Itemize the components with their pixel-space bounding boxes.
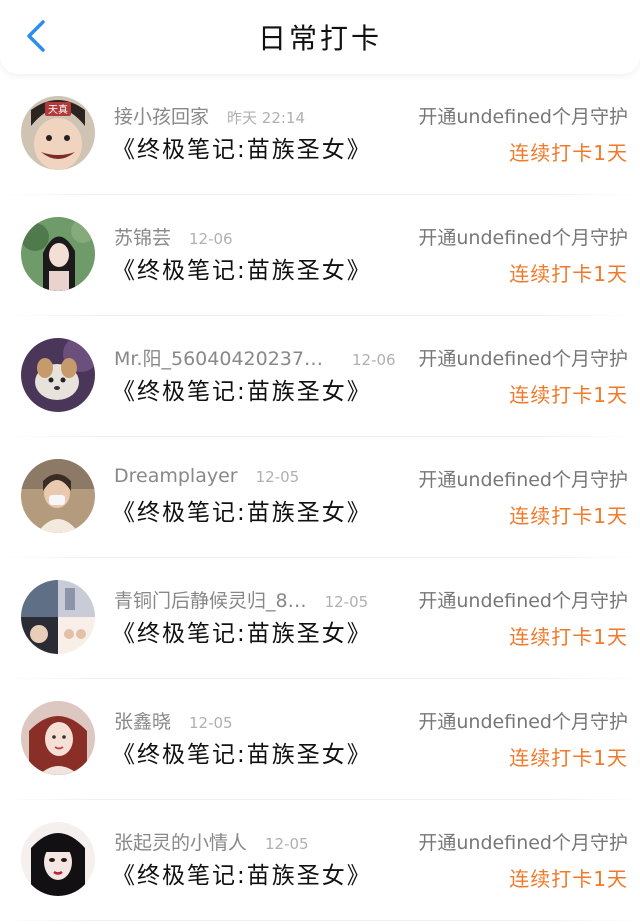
username[interactable]: Mr.阳_560404202378711 — [114, 344, 334, 371]
list-item[interactable]: Mr.阳_560404202378711 12-06 《终极笔记:苗族圣女》 开… — [0, 316, 640, 437]
streak-text: 连续打卡1天 — [509, 867, 628, 891]
list-item[interactable]: 苏锦芸 12-06 《终极笔记:苗族圣女》 开通undefined个月守护 连续… — [0, 195, 640, 316]
book-title: 《终极笔记:苗族圣女》 — [112, 500, 372, 526]
avatar[interactable] — [21, 459, 95, 533]
username[interactable]: 接小孩回家 — [114, 102, 209, 129]
streak-text: 连续打卡1天 — [509, 504, 628, 528]
timestamp: 昨天 22:14 — [227, 109, 306, 127]
guard-text: 开通undefined个月守护 — [418, 469, 628, 491]
divider — [0, 920, 640, 921]
guard-text: 开通undefined个月守护 — [418, 711, 628, 733]
book-title: 《终极笔记:苗族圣女》 — [112, 137, 372, 163]
guard-text: 开通undefined个月守护 — [418, 590, 628, 612]
streak-text: 连续打卡1天 — [509, 141, 628, 165]
guard-text: 开通undefined个月守护 — [418, 832, 628, 854]
username[interactable]: 张鑫晓 — [114, 707, 171, 734]
username[interactable]: 苏锦芸 — [114, 223, 171, 250]
timestamp: 12-05 — [255, 468, 300, 486]
book-title: 《终极笔记:苗族圣女》 — [112, 379, 372, 405]
username[interactable]: Dreamplayer — [114, 465, 238, 487]
avatar[interactable]: 天真 — [21, 96, 95, 170]
checkin-list: 天真 接小孩回家 昨天 22:14 《终极笔记:苗族圣女》 开通undefine… — [0, 74, 640, 921]
page-title: 日常打卡 — [257, 22, 382, 55]
avatar[interactable] — [21, 822, 95, 896]
timestamp: 12-05 — [189, 714, 233, 732]
username[interactable]: 张起灵的小情人 — [114, 828, 247, 855]
book-title: 《终极笔记:苗族圣女》 — [112, 621, 372, 647]
book-title: 《终极笔记:苗族圣女》 — [112, 863, 372, 889]
avatar[interactable] — [21, 338, 95, 412]
guard-text: 开通undefined个月守护 — [418, 106, 628, 128]
list-item[interactable]: Dreamplayer 12-05 《终极笔记:苗族圣女》 开通undefine… — [0, 437, 640, 558]
list-item[interactable]: 天真 接小孩回家 昨天 22:14 《终极笔记:苗族圣女》 开通undefine… — [0, 74, 640, 195]
streak-text: 连续打卡1天 — [509, 625, 628, 649]
username[interactable]: 青铜门后静候灵归_8… — [114, 586, 307, 613]
avatar[interactable] — [21, 701, 95, 775]
streak-text: 连续打卡1天 — [509, 262, 628, 286]
streak-text: 连续打卡1天 — [509, 746, 628, 770]
avatar-caption: 天真 — [48, 103, 68, 116]
timestamp: 12-06 — [189, 230, 233, 248]
top-bar: 日常打卡 — [0, 0, 640, 74]
avatar[interactable] — [21, 580, 95, 654]
streak-text: 连续打卡1天 — [509, 383, 628, 407]
list-item[interactable]: 张起灵的小情人 12-05 《终极笔记:苗族圣女》 开通undefined个月守… — [0, 800, 640, 921]
guard-text: 开通undefined个月守护 — [418, 227, 628, 249]
book-title: 《终极笔记:苗族圣女》 — [112, 742, 372, 768]
timestamp: 12-05 — [265, 835, 309, 853]
avatar[interactable] — [21, 217, 95, 291]
back-button[interactable] — [18, 16, 54, 56]
list-item[interactable]: 张鑫晓 12-05 《终极笔记:苗族圣女》 开通undefined个月守护 连续… — [0, 679, 640, 800]
book-title: 《终极笔记:苗族圣女》 — [112, 258, 372, 284]
chevron-left-icon — [27, 20, 45, 52]
list-item[interactable]: 青铜门后静候灵归_8… 12-05 《终极笔记:苗族圣女》 开通undefine… — [0, 558, 640, 679]
timestamp: 12-06 — [352, 351, 396, 369]
timestamp: 12-05 — [324, 593, 369, 611]
guard-text: 开通undefined个月守护 — [418, 348, 628, 370]
